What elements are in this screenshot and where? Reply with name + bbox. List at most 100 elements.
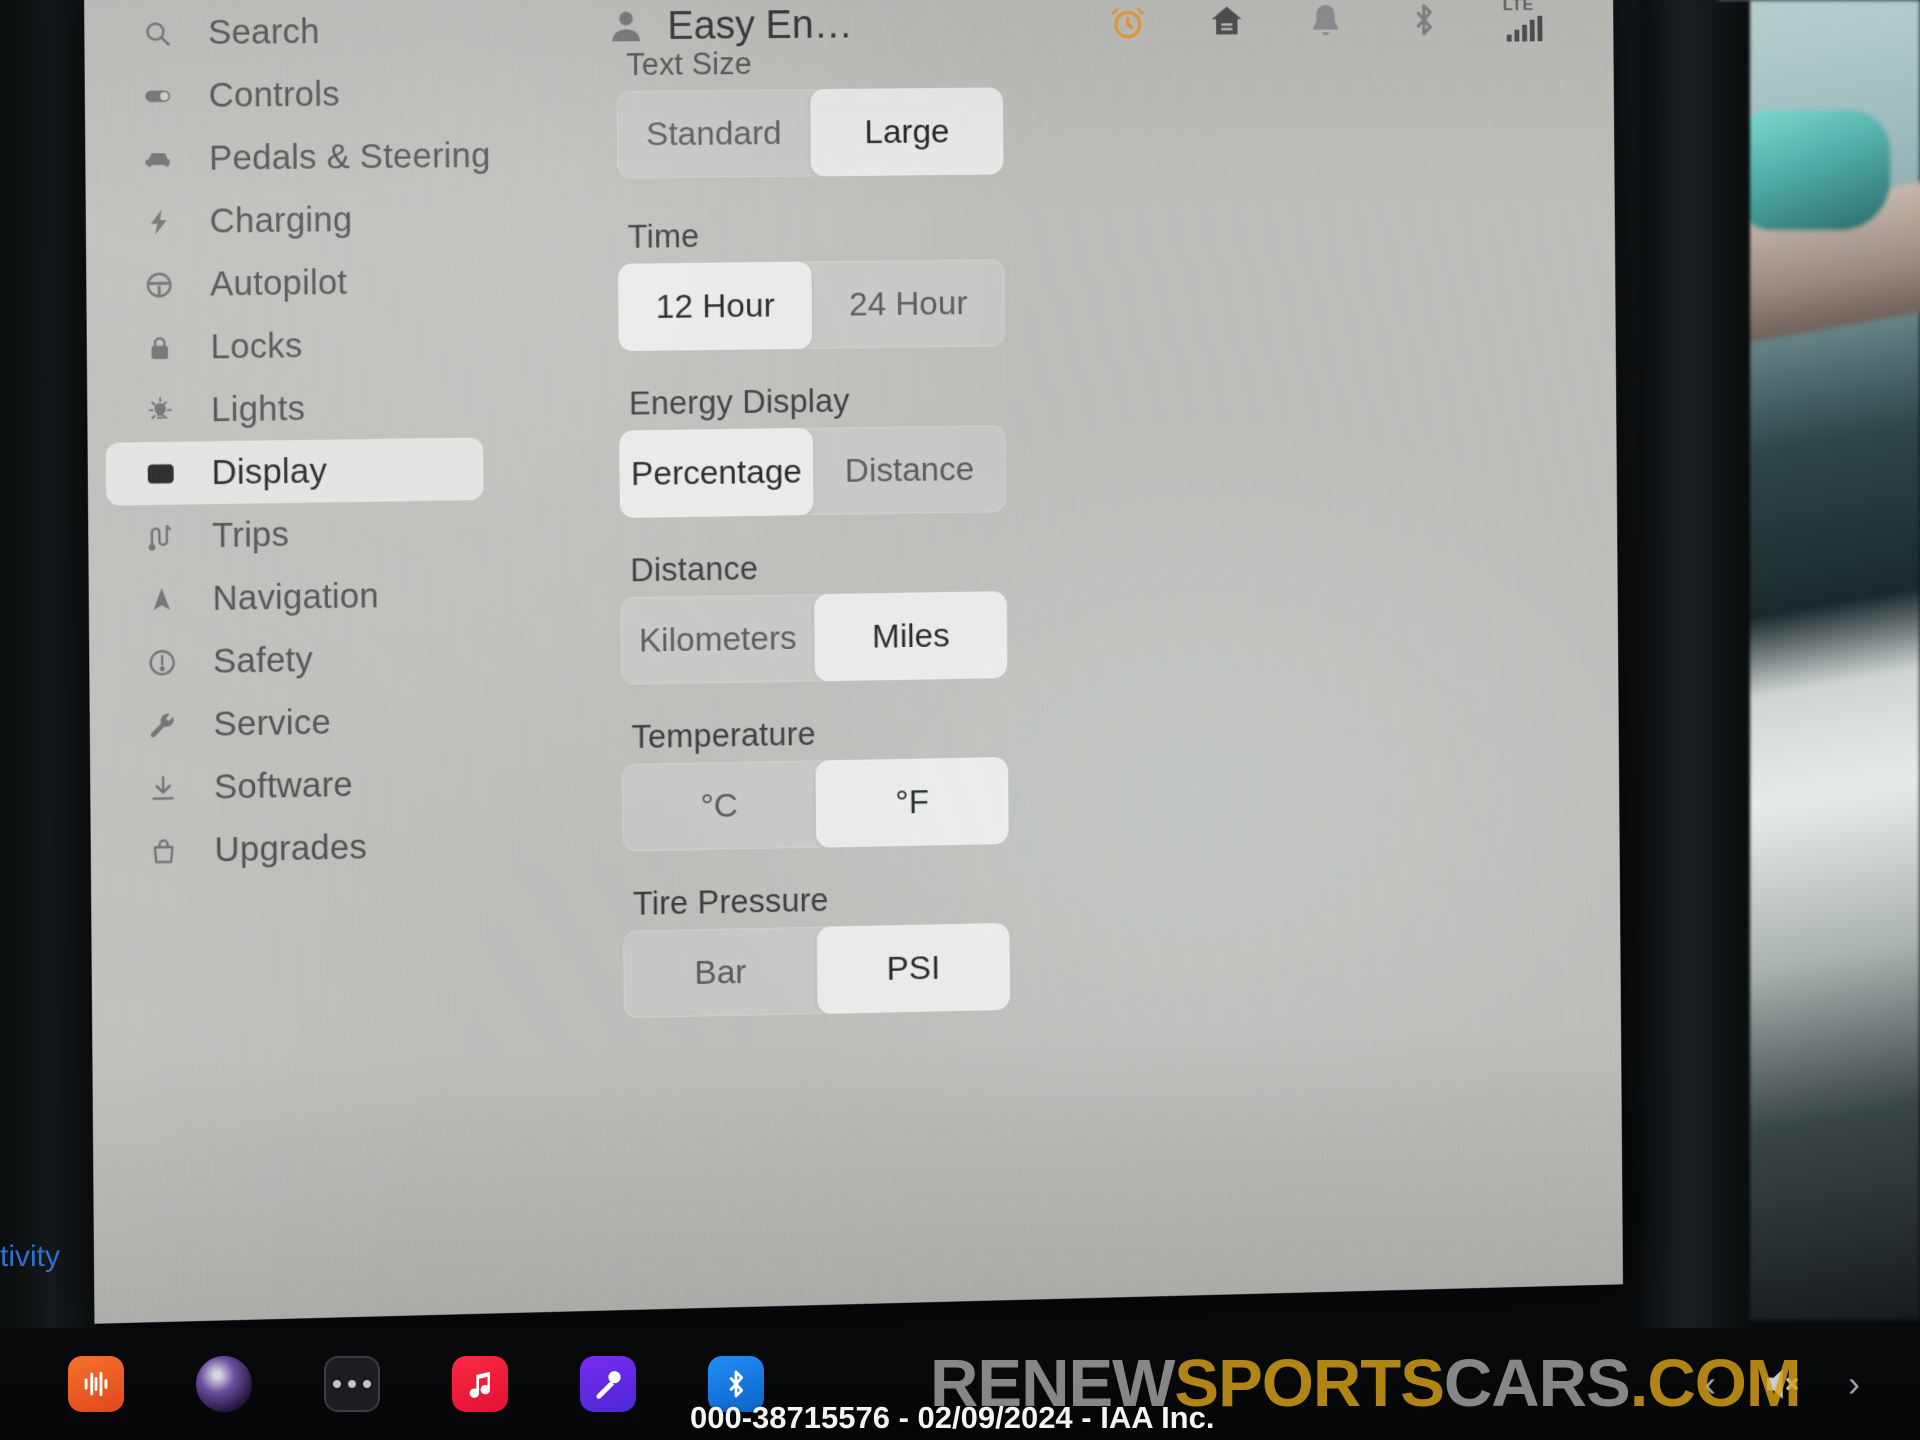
music-app-icon[interactable] <box>452 1356 508 1412</box>
more-apps-icon[interactable] <box>324 1356 380 1412</box>
download-icon <box>146 771 180 806</box>
sidebar-item-trips[interactable]: Trips <box>106 500 484 569</box>
settings-sidebar[interactable]: Search Controls Pedals & Steering Chargi… <box>84 0 508 1324</box>
sidebar-item-label: Controls <box>208 74 340 115</box>
temperature-unit-segmented-control[interactable]: °C °F <box>621 757 1009 852</box>
signal-bars-icon <box>1506 15 1543 42</box>
bottom-taskbar: ‹ › <box>0 1328 1920 1440</box>
sidebar-item-software[interactable]: Software <box>108 751 486 821</box>
sidebar-item-label: Navigation <box>212 575 379 618</box>
option-24-hour[interactable]: 24 Hour <box>812 259 1005 348</box>
taskbar-media-controls: ‹ › <box>1704 1364 1920 1404</box>
section-title: Distance <box>630 549 759 589</box>
shopping-bag-icon <box>147 834 181 869</box>
profile-button[interactable]: Easy En… <box>606 2 853 49</box>
photographed-tesla-screen: Easy En… LTE Search Controls Pedals & St… <box>0 0 1920 1440</box>
bell-icon[interactable] <box>1306 1 1345 41</box>
wrench-icon <box>146 708 180 743</box>
sidebar-item-lights[interactable]: Lights <box>105 375 483 443</box>
option-large[interactable]: Large <box>810 87 1004 177</box>
network-type-label: LTE <box>1502 0 1534 15</box>
search-icon <box>140 16 174 50</box>
option-celsius[interactable]: °C <box>622 761 816 852</box>
waveform-app-icon[interactable] <box>68 1356 124 1412</box>
trips-route-icon <box>144 519 178 553</box>
distance-unit-segmented-control[interactable]: Kilometers Miles <box>620 591 1008 685</box>
display-icon <box>144 456 178 490</box>
text-size-segmented-control[interactable]: Standard Large <box>616 87 1004 179</box>
sidebar-item-pedals-steering[interactable]: Pedals & Steering <box>103 124 491 191</box>
exclamation-circle-icon <box>145 645 179 680</box>
option-fahrenheit[interactable]: °F <box>815 757 1009 848</box>
sidebar-item-label: Trips <box>211 514 290 555</box>
sidebar-item-label: Locks <box>210 325 303 366</box>
setting-group-energy-display: Energy Display Percentage Distance <box>619 379 1041 518</box>
option-bar[interactable]: Bar <box>623 927 817 1018</box>
section-title: Tire Pressure <box>632 881 829 922</box>
sidebar-item-label: Lights <box>210 388 306 429</box>
steering-wheel-icon <box>142 267 176 301</box>
option-standard[interactable]: Standard <box>617 89 811 178</box>
screen-bezel-left <box>0 0 96 1330</box>
sidebar-item-locks[interactable]: Locks <box>105 312 483 380</box>
sidebar-item-label: Safety <box>212 639 314 681</box>
sidebar-item-service[interactable]: Service <box>108 688 486 758</box>
bluetooth-app-icon[interactable] <box>708 1356 764 1412</box>
option-kilometers[interactable]: Kilometers <box>621 594 815 684</box>
option-distance[interactable]: Distance <box>813 425 1006 515</box>
setting-group-text-size: Text Size Standard Large <box>616 44 1038 179</box>
section-title: Time <box>627 217 700 255</box>
screen-bezel-right <box>1640 0 1750 1330</box>
sidebar-item-safety[interactable]: Safety <box>107 625 485 694</box>
option-percentage[interactable]: Percentage <box>619 427 814 518</box>
section-title: Energy Display <box>628 381 850 422</box>
sidebar-item-navigation[interactable]: Navigation <box>107 563 485 632</box>
chevron-left-icon[interactable]: ‹ <box>1704 1366 1716 1402</box>
ellipsis-icon <box>333 1380 371 1388</box>
bolt-icon <box>142 205 176 239</box>
settings-ui: Easy En… LTE Search Controls Pedals & St… <box>84 0 1624 1324</box>
sidebar-item-autopilot[interactable]: Autopilot <box>104 249 482 316</box>
sidebar-item-search[interactable]: Search <box>102 0 480 65</box>
media-orb-app-icon[interactable] <box>196 1356 252 1412</box>
connectivity-edge-tab[interactable]: tivity <box>0 1240 60 1274</box>
tesla-touchscreen[interactable]: Easy En… LTE Search Controls Pedals & St… <box>84 0 1624 1324</box>
alarm-clock-icon[interactable] <box>1108 2 1147 42</box>
profile-name: Easy En… <box>667 2 853 48</box>
sidebar-item-label: Charging <box>209 199 353 241</box>
sidebar-item-label: Pedals & Steering <box>208 135 491 178</box>
option-psi[interactable]: PSI <box>816 922 1010 1015</box>
status-icon-group: LTE <box>1108 0 1596 45</box>
option-miles[interactable]: Miles <box>814 591 1008 682</box>
sidebar-item-label: Software <box>213 764 354 807</box>
energy-display-segmented-control[interactable]: Percentage Distance <box>619 425 1007 518</box>
time-format-segmented-control[interactable]: 12 Hour 24 Hour <box>618 259 1005 352</box>
speaker-mute-icon[interactable] <box>1762 1364 1802 1404</box>
chevron-right-icon[interactable]: › <box>1848 1366 1860 1402</box>
home-icon[interactable] <box>1207 2 1246 42</box>
setting-group-temperature: Temperature °C °F <box>621 711 1044 852</box>
lock-icon <box>143 330 177 364</box>
section-title: Temperature <box>631 715 816 756</box>
tire-pressure-unit-segmented-control[interactable]: Bar PSI <box>623 922 1010 1019</box>
sidebar-item-charging[interactable]: Charging <box>104 187 482 254</box>
sidebar-item-label: Display <box>211 451 328 492</box>
section-title: Text Size <box>626 46 752 83</box>
sidebar-item-label: Upgrades <box>214 827 368 869</box>
sidebar-item-upgrades[interactable]: Upgrades <box>109 813 487 883</box>
cellular-signal-indicator: LTE <box>1503 0 1543 42</box>
sidebar-item-label: Search <box>207 11 320 52</box>
sidebar-item-label: Autopilot <box>209 262 348 303</box>
person-icon <box>606 6 646 46</box>
toggle-icon <box>141 79 175 113</box>
sidebar-item-display[interactable]: Display <box>105 437 484 506</box>
karaoke-mic-app-icon[interactable] <box>580 1356 636 1412</box>
bluetooth-icon[interactable] <box>1404 0 1443 40</box>
sidebar-item-controls[interactable]: Controls <box>103 61 481 127</box>
side-mirror <box>1740 110 1890 230</box>
light-bulb-icon <box>143 393 177 427</box>
setting-group-tire-pressure: Tire Pressure Bar PSI <box>623 877 1045 1019</box>
sidebar-item-label: Service <box>213 702 332 744</box>
setting-group-time: Time 12 Hour 24 Hour <box>618 213 1040 352</box>
option-12-hour[interactable]: 12 Hour <box>618 261 813 352</box>
